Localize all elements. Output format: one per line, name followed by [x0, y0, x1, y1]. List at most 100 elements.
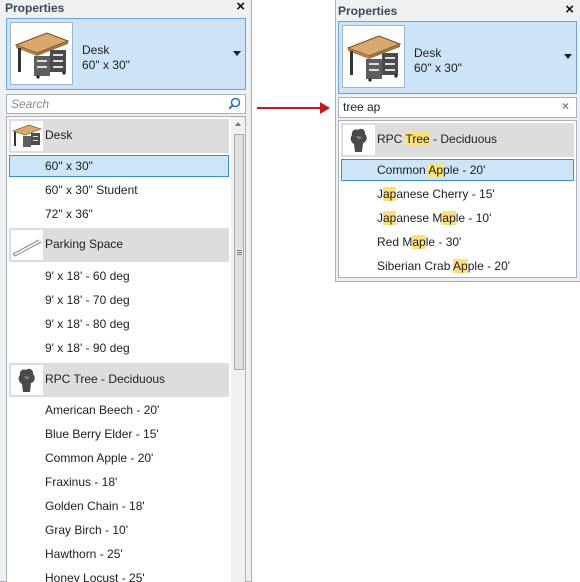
scroll-thumb[interactable] — [234, 134, 244, 370]
group-label: Parking Space — [45, 237, 124, 251]
list-item[interactable]: Hawthorn - 25' — [9, 543, 229, 565]
type-selector[interactable]: Desk 60" x 30" — [6, 18, 246, 90]
result-label: Japanese Cherry - 15' — [377, 187, 495, 201]
properties-palette-full-list: Properties × Desk 60" x 30" Search Desk … — [0, 0, 252, 582]
result-item[interactable]: Japanese Maple - 10' — [341, 207, 574, 229]
title-bar: Properties × — [0, 0, 251, 16]
desk-thumbnail — [10, 22, 73, 85]
group-label: RPC Tree - Deciduous — [45, 372, 166, 386]
list-item[interactable]: Golden Chain - 18' — [9, 495, 229, 517]
type-list: Desk 60" x 30" 60" x 30" Student 72" x 3… — [6, 116, 246, 582]
text-fragment: anese M — [396, 211, 443, 225]
search-match-highlight: Ap — [453, 259, 468, 273]
chevron-down-icon[interactable] — [564, 54, 572, 59]
text-fragment: RPC — [377, 132, 406, 146]
list-item[interactable]: 9' x 18' - 80 deg — [9, 313, 229, 335]
list-item[interactable]: 9' x 18' - 70 deg — [9, 289, 229, 311]
red-arrow-head — [320, 102, 330, 114]
item-label: Honey Locust - 25' — [45, 571, 145, 582]
text-fragment: Siberian Crab — [377, 259, 454, 273]
result-item[interactable]: Red Maple - 30' — [341, 231, 574, 253]
list-item[interactable]: Blue Berry Elder - 15' — [9, 423, 229, 445]
search-match-highlight: Tree — [405, 132, 430, 146]
text-fragment: Common — [377, 163, 429, 177]
text-fragment: Red M — [377, 235, 413, 249]
grip-line — [237, 254, 242, 255]
item-label: 72" x 36" — [45, 207, 93, 221]
item-label: Blue Berry Elder - 15' — [45, 427, 159, 441]
title-bar: Properties × — [336, 2, 580, 19]
close-icon[interactable]: × — [565, 2, 574, 18]
result-item-selected[interactable]: Common Apple - 20' — [341, 159, 574, 181]
group-header-desk[interactable]: Desk — [9, 119, 229, 153]
list-item[interactable]: 60" x 30" Student — [9, 179, 229, 201]
type-family-name: Desk — [414, 46, 442, 60]
group-label: Desk — [45, 128, 73, 142]
list-item[interactable]: Gray Birch - 10' — [9, 519, 229, 541]
list-item[interactable]: 9' x 18' - 60 deg — [9, 265, 229, 287]
desk-thumbnail — [342, 25, 405, 88]
search-box[interactable]: × — [338, 97, 577, 118]
panel-title: Properties — [5, 1, 65, 15]
search-icon[interactable] — [228, 97, 241, 110]
grip-line — [237, 252, 242, 253]
item-label: Golden Chain - 18' — [45, 499, 145, 513]
grip-line — [237, 250, 242, 251]
item-label: Gray Birch - 10' — [45, 523, 128, 537]
search-match-highlight: ap — [383, 211, 397, 225]
close-icon[interactable]: × — [236, 0, 245, 15]
clear-search-icon[interactable]: × — [562, 99, 569, 113]
text-fragment: ple - 20' — [467, 259, 511, 273]
text-fragment: le - 30' — [425, 235, 462, 249]
group-header-parking-space[interactable]: Parking Space — [9, 228, 229, 262]
result-item[interactable]: Siberian Crab Apple - 20' — [341, 255, 574, 277]
tree-thumbnail — [11, 365, 43, 395]
text-fragment: ple - 20' — [443, 163, 486, 177]
list-item[interactable]: 72" x 36" — [9, 203, 229, 225]
type-name: 60" x 30" — [82, 58, 130, 72]
group-header-rpc-tree[interactable]: RPC Tree - Deciduous — [341, 123, 574, 157]
list-item-selected[interactable]: 60" x 30" — [9, 155, 229, 177]
search-input[interactable] — [11, 97, 211, 111]
properties-palette-filtered: Properties × Desk 60" x 30" tree ap × RP… — [335, 0, 580, 282]
text-fragment: anese Cherry - 15' — [396, 187, 495, 201]
result-label: Siberian Crab Apple - 20' — [377, 259, 510, 273]
panel-title: Properties — [338, 4, 398, 18]
item-label: Fraxinus - 18' — [45, 475, 118, 489]
desk-thumbnail — [11, 121, 43, 151]
red-arrow — [257, 107, 323, 109]
item-label: 9' x 18' - 80 deg — [45, 317, 130, 331]
item-label: American Beech - 20' — [45, 403, 160, 417]
result-label: Japanese Maple - 10' — [377, 211, 491, 225]
item-label: 9' x 18' - 90 deg — [45, 341, 130, 355]
tree-thumbnail — [343, 125, 375, 155]
list-item[interactable]: Fraxinus - 18' — [9, 471, 229, 493]
text-fragment: - Deciduous — [429, 132, 498, 146]
item-label: 60" x 30" — [45, 159, 93, 173]
list-item[interactable]: 9' x 18' - 90 deg — [9, 337, 229, 359]
scroll-up-icon[interactable] — [235, 122, 241, 126]
group-label: RPC Tree - Deciduous — [377, 132, 497, 146]
type-selector[interactable]: Desk 60" x 30" — [338, 21, 577, 94]
search-match-highlight: ap — [412, 235, 426, 249]
list-item[interactable]: Honey Locust - 25' — [9, 567, 229, 582]
chevron-down-icon[interactable] — [233, 51, 241, 56]
result-item[interactable]: Japanese Cherry - 15' — [341, 183, 574, 205]
search-match-highlight: ap — [383, 187, 397, 201]
list-item[interactable]: Common Apple - 20' — [9, 447, 229, 469]
parking-thumbnail — [11, 230, 43, 260]
item-label: 9' x 18' - 70 deg — [45, 293, 130, 307]
type-family-name: Desk — [82, 43, 110, 57]
vertical-scrollbar[interactable] — [231, 117, 245, 582]
search-match-highlight: Ap — [428, 163, 444, 177]
list-item[interactable]: American Beech - 20' — [9, 399, 229, 421]
search-box[interactable] — [6, 94, 246, 114]
result-label: Common Apple - 20' — [377, 163, 485, 177]
type-name: 60" x 30" — [414, 61, 462, 75]
item-label: Hawthorn - 25' — [45, 547, 123, 561]
search-match-highlight: ap — [442, 211, 456, 225]
search-input[interactable] — [343, 100, 543, 114]
filtered-results-list: RPC Tree - Deciduous Common Apple - 20' … — [338, 120, 577, 278]
item-label: Common Apple - 20' — [45, 451, 154, 465]
group-header-rpc-tree[interactable]: RPC Tree - Deciduous — [9, 363, 229, 397]
